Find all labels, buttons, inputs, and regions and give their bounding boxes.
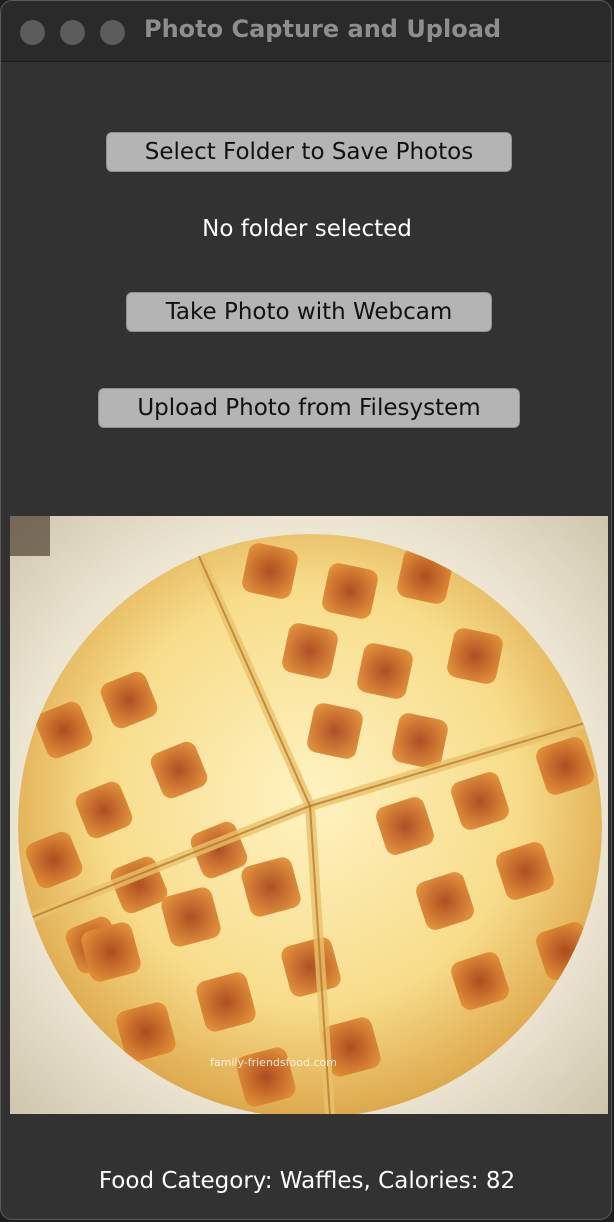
waffle-photo-image: family-friendsfood.com (10, 516, 608, 1114)
take-photo-button[interactable]: Take Photo with Webcam (126, 292, 492, 332)
upload-photo-button[interactable]: Upload Photo from Filesystem (98, 388, 520, 428)
folder-status-label: No folder selected (202, 216, 412, 242)
minimize-window-button[interactable] (60, 20, 85, 45)
zoom-window-button[interactable] (100, 20, 125, 45)
watermark-text: family-friendsfood.com (210, 1056, 337, 1069)
app-window: Photo Capture and Upload Select Folder t… (0, 0, 612, 1220)
title-bar: Photo Capture and Upload (1, 1, 611, 62)
photo-preview: family-friendsfood.com (10, 516, 608, 1114)
select-folder-button[interactable]: Select Folder to Save Photos (106, 132, 512, 172)
close-window-button[interactable] (20, 20, 45, 45)
window-title: Photo Capture and Upload (144, 15, 502, 43)
food-result-label: Food Category: Waffles, Calories: 82 (98, 1168, 516, 1194)
